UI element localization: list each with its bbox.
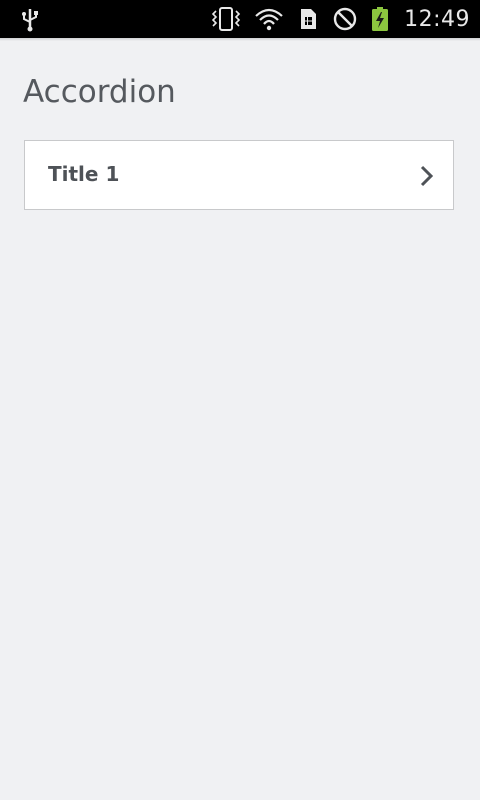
usb-icon	[18, 6, 42, 32]
sim-icon	[297, 6, 319, 32]
status-clock: 12:49	[404, 6, 470, 32]
chevron-right-icon	[419, 165, 435, 187]
status-bar: 12:49	[0, 0, 480, 38]
status-bar-shadow	[0, 38, 480, 41]
accordion-item-title-1[interactable]: Title 1	[24, 140, 454, 210]
page-title: Accordion	[23, 74, 176, 110]
accordion-item-title: Title 1	[48, 162, 120, 186]
do-not-disturb-icon	[332, 6, 358, 32]
wifi-icon	[254, 6, 284, 32]
vibrate-icon	[211, 6, 241, 32]
battery-charging-icon	[371, 6, 389, 32]
status-icons: 12:49	[211, 0, 470, 38]
